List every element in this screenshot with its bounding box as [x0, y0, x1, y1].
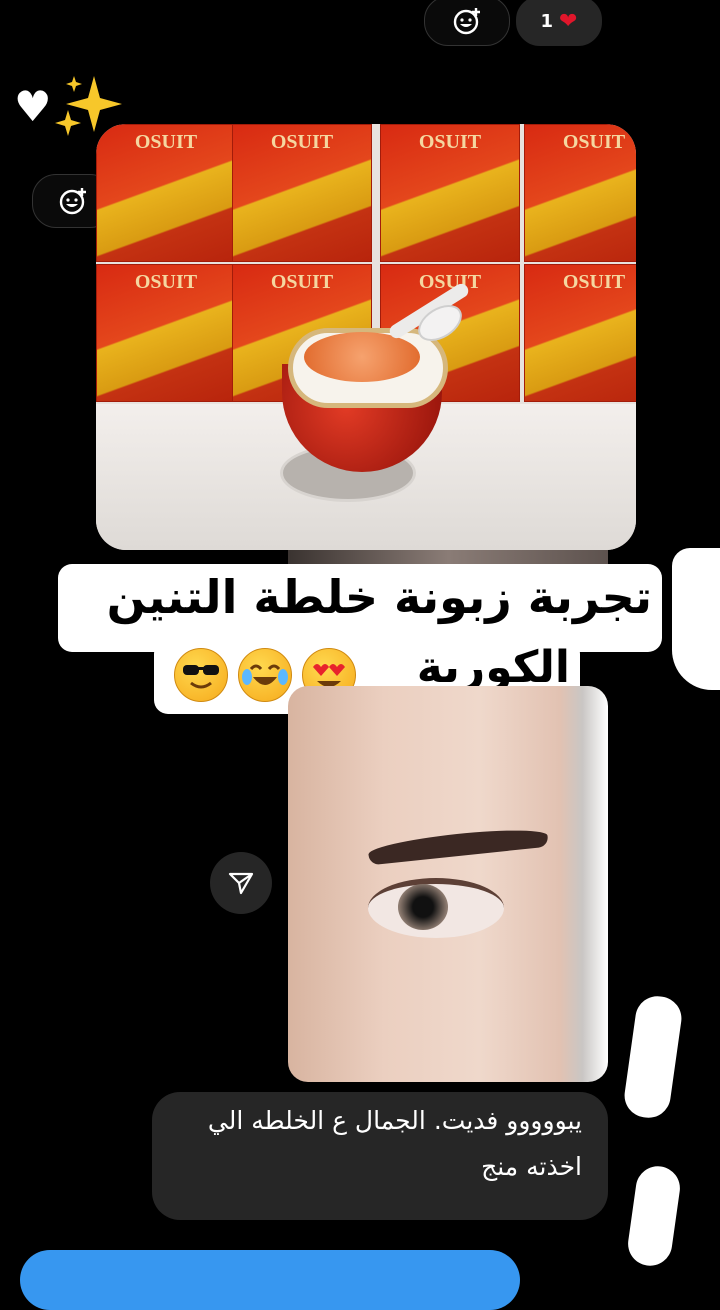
- heart-icon: ❤: [559, 8, 578, 34]
- message-text-line2: اخذته منج: [481, 1152, 582, 1181]
- add-reaction-button[interactable]: [424, 0, 510, 46]
- add-reaction-icon: [59, 188, 86, 215]
- sunglasses-emoji-icon: [174, 648, 228, 702]
- redaction-mark: [621, 993, 685, 1121]
- eyebrow: [367, 824, 549, 866]
- share-button[interactable]: [210, 852, 272, 914]
- redaction-mark: [625, 1163, 683, 1269]
- message-bubble[interactable]: يبووووو فديت. الجمال ع الخلطه الي اخذته …: [152, 1092, 608, 1220]
- outgoing-message-bubble[interactable]: [20, 1250, 520, 1310]
- customer-photo[interactable]: [288, 686, 608, 1082]
- reaction-count: 1: [540, 10, 554, 32]
- tears-of-joy-emoji-icon: [238, 648, 292, 702]
- iris: [398, 884, 448, 930]
- send-icon: [228, 872, 254, 895]
- reaction-count-badge[interactable]: 1 ❤: [516, 0, 602, 46]
- product-photo[interactable]: OSUIT OSUIT OSUIT OSUIT OSUIT OSUIT OSUI…: [96, 124, 636, 550]
- white-heart-icon: ♥: [14, 82, 52, 131]
- story-caption-line1: تجربة زبونة خلطة التنين: [106, 570, 652, 624]
- add-reaction-icon: [453, 8, 480, 35]
- jar-cream: [304, 332, 420, 382]
- decorative-white-shape: [672, 548, 720, 690]
- message-text-line1: يبووووو فديت. الجمال ع الخلطه الي: [207, 1106, 582, 1135]
